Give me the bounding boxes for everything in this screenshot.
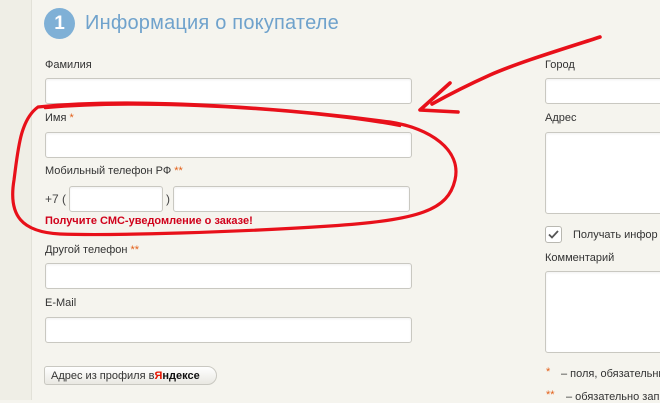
email-label: E-Mail bbox=[45, 297, 77, 309]
other-phone-label: Другой телефон ** bbox=[45, 244, 139, 256]
first-name-input[interactable] bbox=[45, 132, 412, 158]
required-double-mark: ** bbox=[174, 165, 183, 177]
notify-checkbox[interactable] bbox=[545, 226, 562, 243]
yandex-profile-address-button[interactable]: Адрес из профиля в Яндексе bbox=[44, 366, 217, 385]
mobile-phone-label-text: Мобильный телефон РФ bbox=[45, 165, 172, 177]
step-number-badge: 1 bbox=[44, 8, 75, 39]
address-label: Адрес bbox=[545, 112, 577, 124]
phone-area-code-input[interactable] bbox=[69, 186, 163, 212]
checkmark-icon bbox=[548, 230, 559, 239]
other-phone-input[interactable] bbox=[45, 263, 412, 289]
yandex-logo-first-letter: Я bbox=[154, 369, 163, 382]
required-double-mark: ** bbox=[130, 244, 140, 256]
other-phone-label-text: Другой телефон bbox=[45, 244, 128, 256]
comment-textarea[interactable] bbox=[545, 271, 660, 353]
address-textarea[interactable] bbox=[545, 132, 660, 214]
city-input[interactable] bbox=[545, 78, 660, 104]
annotation-arrow-head bbox=[418, 81, 460, 114]
legend-double-required-mark: ** bbox=[546, 389, 555, 401]
section-title: Информация о покупателе bbox=[85, 12, 339, 34]
legend-double-required-text: – обязательно зап bbox=[566, 391, 660, 403]
legend-required-mark: * bbox=[546, 366, 551, 378]
phone-prefix: +7 ( bbox=[45, 192, 67, 206]
last-name-input[interactable] bbox=[45, 78, 412, 104]
last-name-label: Фамилия bbox=[45, 59, 92, 71]
sms-notice: Получите СМС-уведомление о заказе! bbox=[45, 215, 253, 227]
section-header: 1 Информация о покупателе bbox=[44, 8, 339, 39]
yandex-button-prefix: Адрес из профиля в bbox=[51, 369, 155, 382]
first-name-label: Имя * bbox=[45, 112, 74, 124]
mobile-phone-label: Мобильный телефон РФ ** bbox=[45, 165, 183, 177]
legend-required-text: – поля, обязательные bbox=[561, 368, 660, 380]
notify-checkbox-label: Получать инфор bbox=[573, 229, 658, 241]
page-left-margin bbox=[0, 0, 32, 400]
phone-number-input[interactable] bbox=[173, 186, 410, 212]
comment-label: Комментарий bbox=[545, 252, 615, 264]
phone-close-paren: ) bbox=[166, 192, 170, 206]
email-input[interactable] bbox=[45, 317, 412, 343]
required-mark: * bbox=[69, 112, 74, 124]
yandex-logo-rest: ндексе bbox=[162, 369, 200, 382]
first-name-label-text: Имя bbox=[45, 112, 67, 124]
annotation-ellipse-second-stroke bbox=[43, 103, 402, 128]
city-label: Город bbox=[545, 59, 575, 71]
